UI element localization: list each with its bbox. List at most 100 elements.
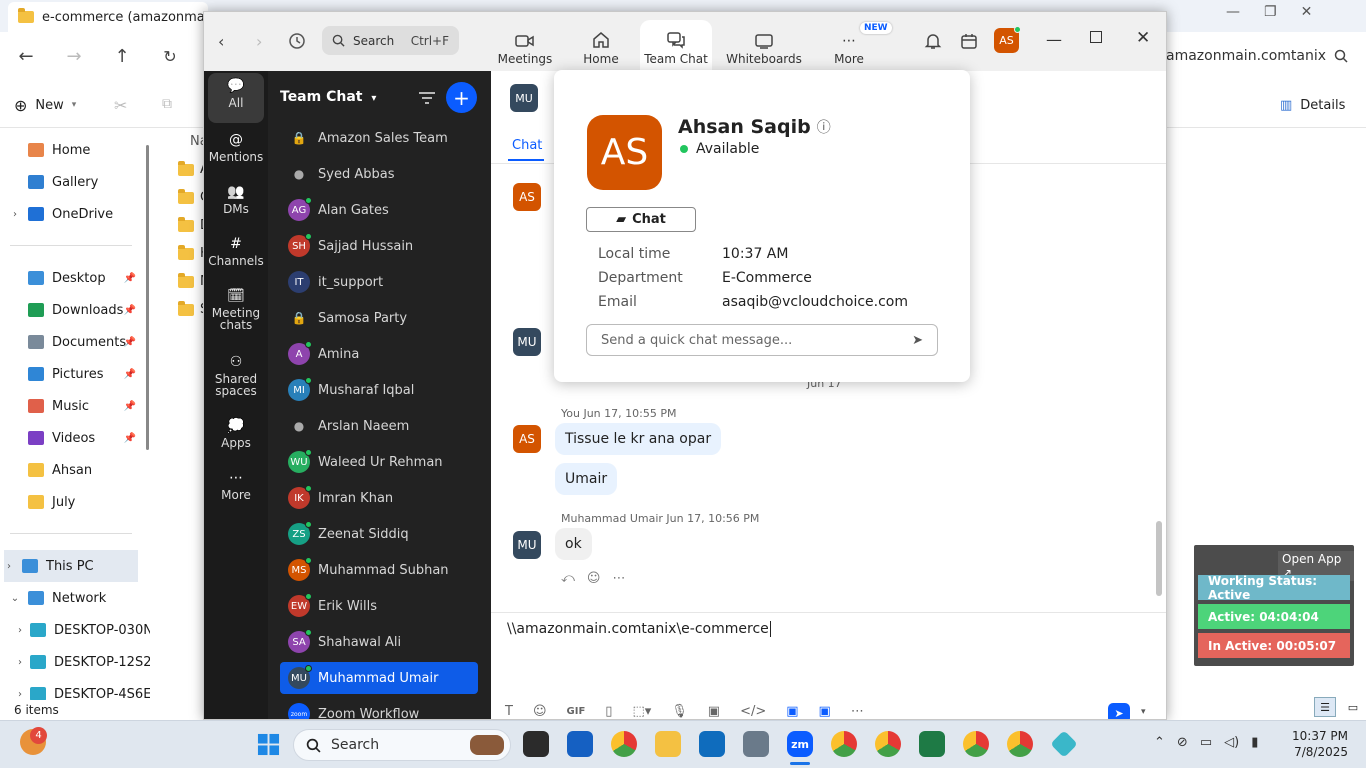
nav-documents[interactable]: Documents 📌 bbox=[10, 326, 150, 358]
message-avatar[interactable]: AS bbox=[513, 183, 541, 211]
chrome-profile-icon[interactable] bbox=[1007, 731, 1033, 757]
forward-icon[interactable]: › bbox=[256, 32, 262, 51]
message-bubble[interactable]: Umair bbox=[555, 463, 618, 495]
chat-list-item[interactable]: SA Shahawal Ali bbox=[280, 626, 478, 658]
battery-icon[interactable]: ▮ bbox=[1251, 735, 1258, 750]
expand-chevron-icon[interactable]: ⌄ bbox=[10, 593, 20, 604]
clock[interactable]: 10:37 PM 7/8/2025 bbox=[1290, 728, 1348, 760]
details-view-icon[interactable]: ☰ bbox=[1314, 697, 1336, 717]
chrome-profile-icon[interactable] bbox=[963, 731, 989, 757]
info-icon[interactable]: ⓘ bbox=[817, 117, 831, 137]
compose-input[interactable]: \\amazonmain.comtanix\e-commerce bbox=[507, 621, 771, 637]
chat-list-item[interactable]: ● Syed Abbas bbox=[280, 158, 478, 190]
expand-chevron-icon[interactable]: › bbox=[4, 561, 14, 572]
zoom-app-icon[interactable]: zm bbox=[787, 731, 813, 757]
message-avatar[interactable]: MU bbox=[513, 531, 541, 559]
more-dots-icon[interactable]: ⋯ bbox=[612, 571, 625, 586]
expand-chevron-icon[interactable]: › bbox=[18, 657, 22, 668]
left-nav-mentions[interactable]: @ Mentions bbox=[208, 127, 264, 175]
send-icon[interactable]: ➤ bbox=[912, 333, 923, 348]
minimize-icon[interactable]: — bbox=[1046, 30, 1062, 49]
nav-computer[interactable]: › DESKTOP-030N bbox=[18, 614, 150, 646]
left-nav-all[interactable]: 💬 All bbox=[208, 73, 264, 123]
message-bubble[interactable]: ok bbox=[555, 528, 592, 560]
nav-videos[interactable]: Videos 📌 bbox=[10, 422, 150, 454]
taskbar-search[interactable]: Search bbox=[293, 729, 511, 761]
message-avatar[interactable]: AS bbox=[513, 425, 541, 453]
forward-arrow-icon[interactable]: → bbox=[56, 38, 92, 74]
maximize-icon[interactable]: ❐ bbox=[1264, 4, 1277, 20]
nav-computer[interactable]: › DESKTOP-12S2 bbox=[18, 646, 150, 678]
tab-home[interactable]: Home bbox=[574, 20, 628, 70]
chat-list-item[interactable]: AG Alan Gates bbox=[280, 194, 478, 226]
expand-chevron-icon[interactable]: › bbox=[18, 625, 22, 636]
file-row[interactable]: D bbox=[178, 216, 205, 233]
more-dots-icon[interactable]: ⋯ bbox=[851, 704, 864, 719]
quick-message-input[interactable]: Send a quick chat message... ➤ bbox=[586, 324, 938, 356]
profile-field-value[interactable]: asaqib@vcloudchoice.com bbox=[722, 294, 908, 310]
chat-list-item[interactable]: 🔒 Amazon Sales Team bbox=[280, 122, 478, 154]
copy-icon[interactable]: ⧉ bbox=[162, 96, 172, 112]
tab-more[interactable]: NEW ⋯ More bbox=[824, 20, 892, 70]
app-icon[interactable]: ▣ bbox=[819, 704, 831, 719]
reply-icon[interactable]: ⤺ bbox=[561, 571, 575, 586]
chat-button[interactable]: ▰ Chat bbox=[586, 207, 696, 232]
details-button[interactable]: ▥ Details bbox=[1280, 92, 1345, 118]
windows-start-icon[interactable] bbox=[257, 733, 280, 756]
calculator-icon[interactable] bbox=[743, 731, 769, 757]
close-icon[interactable]: ✕ bbox=[1136, 28, 1150, 48]
chevron-down-icon[interactable]: ▾ bbox=[1141, 707, 1146, 717]
volume-icon[interactable]: ◁) bbox=[1224, 735, 1239, 750]
display-icon[interactable]: ▭ bbox=[1200, 735, 1212, 750]
file-row[interactable]: H bbox=[178, 244, 205, 261]
up-arrow-icon[interactable]: ↑ bbox=[104, 38, 140, 74]
network-off-icon[interactable]: ⊘ bbox=[1177, 735, 1188, 750]
microphone-icon[interactable]: 🎙 bbox=[671, 704, 688, 719]
chevron-up-icon[interactable]: ⌃ bbox=[1154, 735, 1165, 750]
left-nav-apps[interactable]: 💭 Apps bbox=[208, 413, 264, 461]
file-row[interactable]: M bbox=[178, 272, 205, 289]
history-icon[interactable] bbox=[288, 32, 306, 50]
tab-chat[interactable]: Chat bbox=[512, 138, 542, 153]
code-icon[interactable]: </> bbox=[740, 704, 766, 719]
chat-list-item[interactable]: IK Imran Khan bbox=[280, 482, 478, 514]
user-avatar[interactable]: AS bbox=[994, 26, 1021, 53]
nav-folder-july[interactable]: July bbox=[10, 486, 150, 518]
tab-meetings[interactable]: Meetings bbox=[490, 20, 560, 70]
chat-list-item[interactable]: ● Arslan Naeem bbox=[280, 410, 478, 442]
nav-pictures[interactable]: Pictures 📌 bbox=[10, 358, 150, 390]
nav-folder-ahsan[interactable]: Ahsan bbox=[10, 454, 150, 486]
nav-desktop[interactable]: Desktop 📌 bbox=[10, 262, 150, 294]
nav-gallery[interactable]: Gallery bbox=[10, 166, 150, 198]
left-nav-dms[interactable]: 👥 DMs bbox=[208, 179, 264, 227]
nav-music[interactable]: Music 📌 bbox=[10, 390, 150, 422]
file-row[interactable]: A bbox=[178, 160, 205, 177]
chat-list-item[interactable]: MS Muhammad Subhan bbox=[280, 554, 478, 586]
new-button[interactable]: ⊕ New ▾ bbox=[14, 92, 76, 118]
chat-list-item[interactable]: MU Muhammad Umair bbox=[280, 662, 478, 694]
back-arrow-icon[interactable]: ← bbox=[8, 38, 44, 74]
video-message-icon[interactable]: ▣ bbox=[708, 704, 720, 719]
nav-scrollbar[interactable] bbox=[146, 145, 149, 450]
chat-list-item[interactable]: EW Erik Wills bbox=[280, 590, 478, 622]
send-button[interactable]: ➤ bbox=[1108, 703, 1130, 719]
zoom-search-box[interactable]: Search Ctrl+F bbox=[322, 26, 459, 55]
chat-list-item[interactable]: A Amina bbox=[280, 338, 478, 370]
file-explorer-icon[interactable] bbox=[655, 731, 681, 757]
refresh-icon[interactable]: ↻ bbox=[152, 38, 188, 74]
file-row[interactable]: C bbox=[178, 188, 205, 205]
text-format-icon[interactable]: T bbox=[505, 704, 513, 719]
emoji-icon[interactable]: ☺ bbox=[587, 571, 601, 586]
chat-list-item[interactable]: WU Waleed Ur Rehman bbox=[280, 446, 478, 478]
left-nav-more[interactable]: ⋯ More bbox=[208, 465, 264, 513]
store-icon[interactable] bbox=[567, 731, 593, 757]
chat-list-item[interactable]: zoom Zoom Workflow bbox=[280, 698, 478, 719]
terminal-icon[interactable] bbox=[523, 731, 549, 757]
maximize-icon[interactable] bbox=[1090, 31, 1102, 43]
message-bubble[interactable]: Tissue le kr ana opar bbox=[555, 423, 722, 455]
bell-icon[interactable] bbox=[924, 32, 942, 50]
cut-icon[interactable]: ✂ bbox=[114, 96, 127, 115]
nav-downloads[interactable]: Downloads 📌 bbox=[10, 294, 150, 326]
left-nav-channels[interactable]: # Channels bbox=[208, 231, 264, 279]
calendar-icon[interactable] bbox=[960, 32, 978, 50]
